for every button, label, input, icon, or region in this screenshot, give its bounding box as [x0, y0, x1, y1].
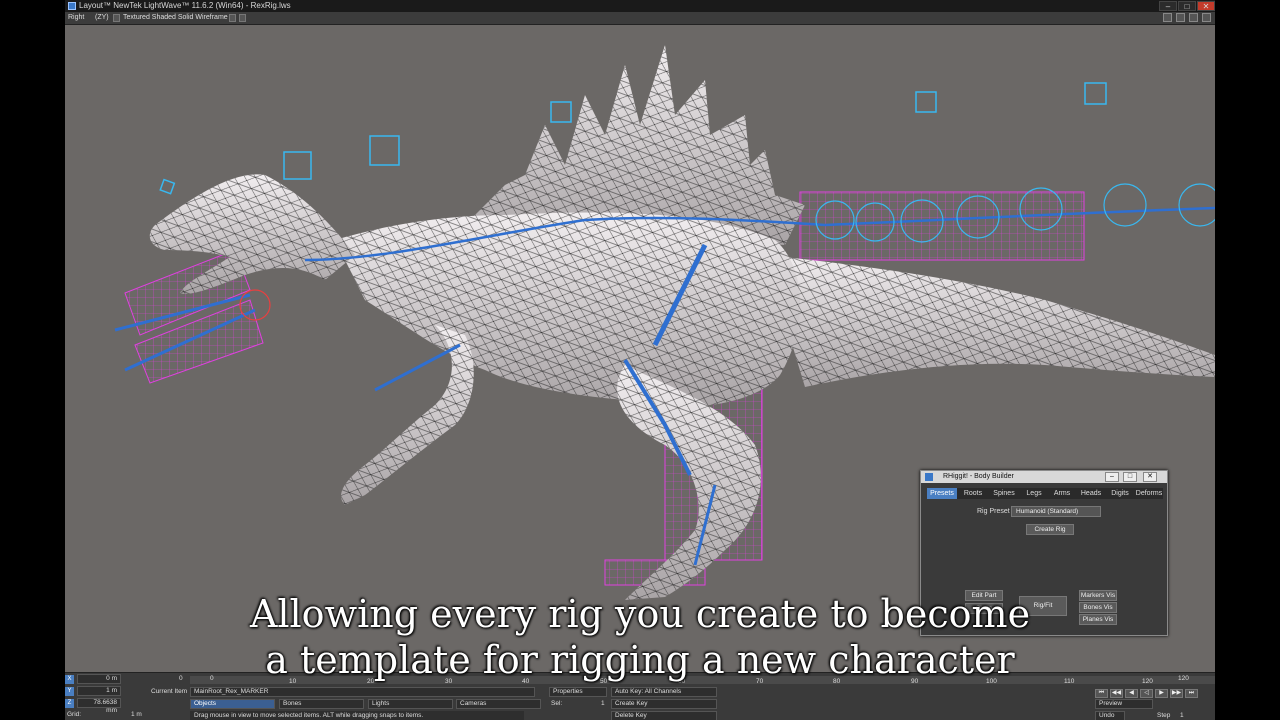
rig-preset-dropdown[interactable]: Humanoid (Standard) [1011, 506, 1101, 517]
help-status-bar: Drag mouse in view to move selected item… [190, 711, 524, 720]
tab-presets[interactable]: Presets [927, 488, 957, 499]
subtitle-line-1: Allowing every rig you create to become [249, 592, 1031, 636]
rotate-view-icon[interactable] [1176, 13, 1186, 22]
next-key-icon[interactable]: ▶▶ [1170, 689, 1183, 698]
play-back-icon[interactable]: ◁ [1140, 689, 1153, 698]
view-axes-dropdown[interactable]: (ZY) [95, 12, 109, 24]
prev-key-icon[interactable]: ◀◀ [1110, 689, 1123, 698]
current-item-dropdown[interactable]: MainRoot_Rex_MARKER [190, 687, 535, 697]
objects-mode-button[interactable]: Objects [190, 699, 275, 709]
undo-button[interactable]: Undo [1095, 711, 1125, 720]
last-frame-icon[interactable]: ⏭ [1185, 689, 1198, 698]
sel-count: 1 [601, 700, 605, 707]
null-control-square [915, 91, 937, 113]
rig-preset-label: Rig Preset [977, 508, 1010, 515]
create-key-button[interactable]: Create Key [611, 699, 717, 709]
grid-label: Grid: [67, 711, 82, 718]
panel-minimize-button[interactable]: – [1105, 472, 1119, 482]
tail-control-circle [1103, 183, 1147, 227]
current-item-label: Current Item [151, 688, 188, 695]
properties-button[interactable]: Properties [549, 687, 607, 697]
bones-mode-button[interactable]: Bones [279, 699, 364, 709]
tab-deforms[interactable]: Deforms [1135, 488, 1163, 499]
null-control-square [159, 178, 176, 195]
cameras-mode-button[interactable]: Cameras [456, 699, 541, 709]
view-axes-chevron-icon[interactable] [113, 14, 120, 22]
step-value[interactable]: 1 [1180, 711, 1184, 720]
tab-arms[interactable]: Arms [1049, 488, 1075, 499]
y-position-field[interactable]: 1 m [77, 686, 121, 696]
first-frame-icon[interactable]: ⏮ [1095, 689, 1108, 698]
window-title-bar: Layout™ NewTek LightWave™ 11.6.2 (Win64)… [65, 0, 1215, 12]
render-mode-dropdown[interactable]: Textured Shaded Solid Wireframe [123, 12, 228, 24]
panel-maximize-button[interactable]: □ [1123, 472, 1137, 482]
null-control-square [283, 151, 312, 180]
prev-frame-icon[interactable]: ◀ [1125, 689, 1138, 698]
sel-label: Sel: [551, 700, 563, 707]
window-title: Layout™ NewTek LightWave™ 11.6.2 (Win64)… [79, 1, 291, 10]
viewport-options-chevron-icon[interactable] [239, 14, 246, 22]
panel-tab-bar: Presets Roots Spines Legs Arms Heads Dig… [927, 488, 1163, 499]
panel-title: RHiggit! - Body Builder [943, 473, 1014, 480]
view-type-dropdown[interactable]: Right [68, 12, 84, 24]
z-position-field[interactable]: 78.6638 mm [77, 698, 121, 714]
tab-legs[interactable]: Legs [1021, 488, 1047, 499]
null-control-square [369, 135, 400, 166]
maximize-button[interactable]: □ [1178, 1, 1196, 11]
panel-title-bar: RHiggit! - Body Builder – □ ✕ [921, 471, 1167, 483]
viewport-header: Right (ZY) Textured Shaded Solid Wirefra… [65, 12, 1215, 25]
rhiggit-app-icon [925, 473, 933, 481]
grid-value: 1 m [131, 711, 142, 718]
delete-key-button[interactable]: Delete Key [611, 711, 717, 720]
render-mode-chevron-icon[interactable] [229, 14, 236, 22]
panel-close-button[interactable]: ✕ [1143, 472, 1157, 482]
z-axis-label: Z [65, 699, 74, 708]
create-rig-button[interactable]: Create Rig [1026, 524, 1074, 535]
tab-digits[interactable]: Digits [1107, 488, 1133, 499]
lightwave-app-icon [68, 2, 76, 10]
null-control-square [1084, 82, 1107, 105]
move-view-icon[interactable] [1163, 13, 1173, 22]
tab-roots[interactable]: Roots [959, 488, 987, 499]
zoom-view-icon[interactable] [1189, 13, 1199, 22]
arm-bone [374, 343, 461, 392]
subtitle-line-2: a template for rigging a new character [265, 638, 1015, 682]
preview-dropdown[interactable]: Preview [1095, 699, 1153, 709]
tab-spines[interactable]: Spines [989, 488, 1019, 499]
step-label: Step [1157, 712, 1171, 719]
minimize-button[interactable]: – [1159, 1, 1177, 11]
y-axis-label: Y [65, 687, 74, 696]
auto-key-dropdown[interactable]: Auto Key: All Channels [611, 687, 717, 697]
tail-control-circle [1178, 183, 1215, 227]
close-button[interactable]: ✕ [1197, 1, 1215, 11]
play-icon[interactable]: ▶ [1155, 689, 1168, 698]
tab-heads[interactable]: Heads [1077, 488, 1105, 499]
null-control-square [550, 101, 572, 123]
lights-mode-button[interactable]: Lights [368, 699, 453, 709]
maximize-view-icon[interactable] [1202, 13, 1211, 22]
